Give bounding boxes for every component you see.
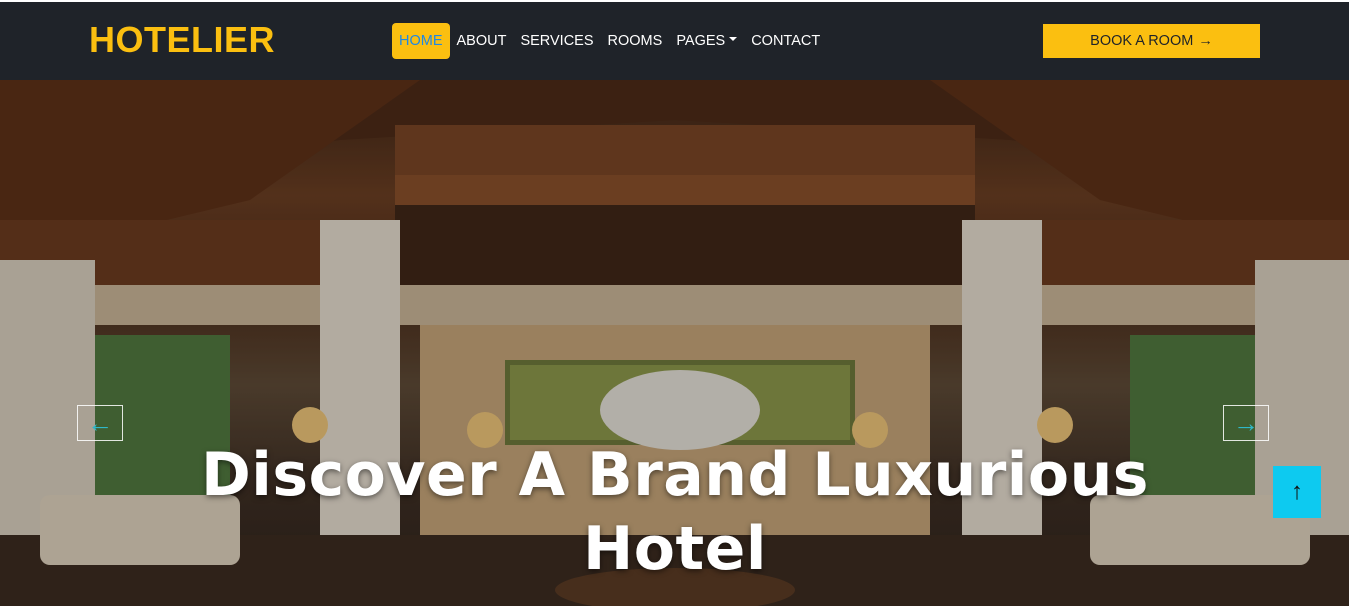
hero-title: Discover A Brand Luxurious Hotel: [200, 440, 1149, 584]
nav-item-about[interactable]: ABOUT: [450, 23, 514, 59]
page: HOTELIER HOME ABOUT SERVICES ROOMS PAGES…: [0, 0, 1349, 606]
nav-item-home[interactable]: HOME: [392, 23, 450, 59]
caret-down-icon: [729, 37, 738, 42]
nav-item-contact[interactable]: CONTACT: [744, 23, 827, 59]
arrow-right-icon: →: [1233, 408, 1259, 438]
nav-item-pages[interactable]: PAGES: [669, 23, 744, 59]
nav-item-pages-label: PAGES: [676, 33, 726, 49]
back-to-top-button[interactable]: ↑: [1273, 466, 1321, 518]
book-a-room-button[interactable]: BOOK A ROOM →: [1043, 24, 1260, 58]
arrow-right-icon: →: [1198, 33, 1213, 49]
nav-item-services[interactable]: SERVICES: [513, 23, 600, 59]
arrow-left-icon: ←: [87, 408, 113, 438]
main-nav: HOME ABOUT SERVICES ROOMS PAGES CONTACT: [392, 23, 827, 59]
carousel-next-button[interactable]: →: [1223, 405, 1269, 441]
hero-carousel: Discover A Brand Luxurious Hotel ← →: [0, 80, 1349, 606]
book-a-room-label: BOOK A ROOM: [1090, 33, 1194, 49]
arrow-up-icon: ↑: [1291, 478, 1303, 505]
nav-item-rooms[interactable]: ROOMS: [601, 23, 670, 59]
top-navbar: HOTELIER HOME ABOUT SERVICES ROOMS PAGES…: [0, 0, 1349, 80]
brand-logo[interactable]: HOTELIER: [89, 20, 275, 60]
carousel-prev-button[interactable]: ←: [77, 405, 123, 441]
